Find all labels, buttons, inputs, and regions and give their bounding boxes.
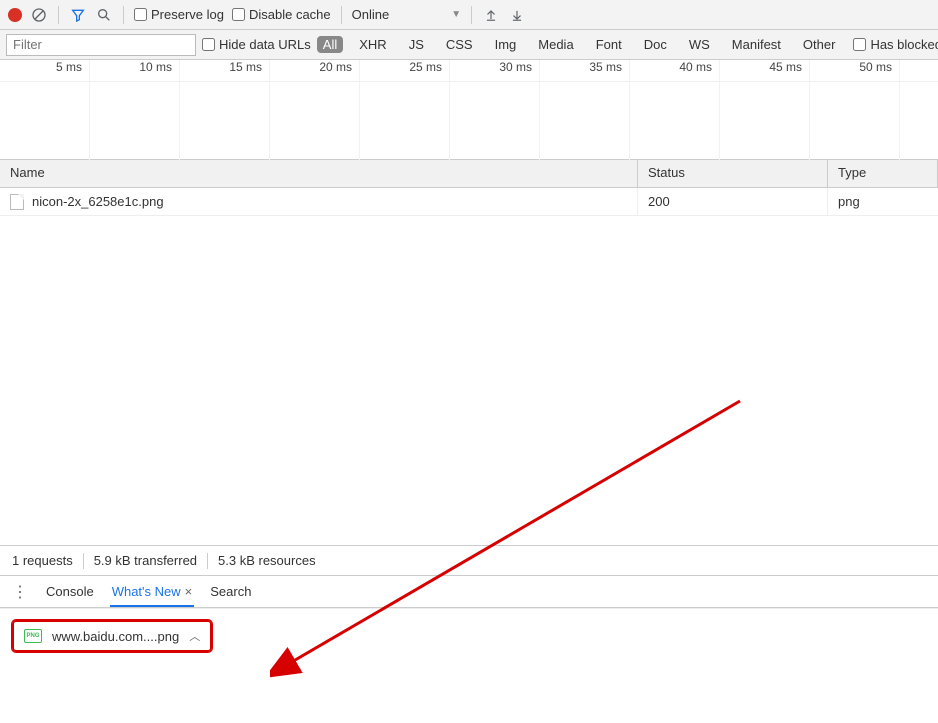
separator [58,6,59,24]
preserve-log-checkbox[interactable]: Preserve log [134,7,224,22]
separator [471,6,472,24]
timeline-tick: 50 ms [810,60,900,81]
png-file-icon: PNG [24,629,42,643]
filter-other[interactable]: Other [797,36,842,53]
filter-js[interactable]: JS [403,36,430,53]
filter-icon[interactable] [69,6,87,24]
throttling-dropdown[interactable]: Online ▼ [352,7,461,22]
tab-whats-new-label: What's New [112,584,181,599]
has-blocked-checkbox[interactable]: Has blocked [853,37,938,52]
column-type[interactable]: Type [828,160,938,187]
timeline-tick: 20 ms [270,60,360,81]
timeline-tick: 40 ms [630,60,720,81]
timeline-tick: 25 ms [360,60,450,81]
requests-table-header: Name Status Type [0,160,938,188]
status-requests: 1 requests [12,553,73,568]
column-name[interactable]: Name [0,160,638,187]
separator [83,553,84,569]
timeline-ticks: 5 ms 10 ms 15 ms 20 ms 25 ms 30 ms 35 ms… [0,60,938,82]
tab-whats-new[interactable]: What's New × [110,578,195,607]
filter-xhr[interactable]: XHR [353,36,392,53]
cell-type: png [828,188,938,215]
timeline-tick: 5 ms [0,60,90,81]
has-blocked-label: Has blocked [870,37,938,52]
column-status[interactable]: Status [638,160,828,187]
requests-table-body: nicon-2x_6258e1c.png 200 png [0,188,938,546]
filter-media[interactable]: Media [532,36,579,53]
status-bar: 1 requests 5.9 kB transferred 5.3 kB res… [0,546,938,576]
table-row[interactable]: nicon-2x_6258e1c.png 200 png [0,188,938,216]
download-filename: www.baidu.com....png [52,629,179,644]
close-icon[interactable]: × [185,584,193,599]
timeline-tick: 30 ms [450,60,540,81]
request-name: nicon-2x_6258e1c.png [32,194,164,209]
filter-bar: Hide data URLs All XHR JS CSS Img Media … [0,30,938,60]
file-icon [10,194,24,210]
upload-icon[interactable] [482,6,500,24]
drawer-tabs: ⋮ Console What's New × Search [0,576,938,608]
network-toolbar: Preserve log Disable cache Online ▼ [0,0,938,30]
download-shelf: PNG www.baidu.com....png ︿ [0,608,938,663]
timeline-tick: 35 ms [540,60,630,81]
status-transferred: 5.9 kB transferred [94,553,197,568]
record-button[interactable] [8,8,22,22]
cell-name: nicon-2x_6258e1c.png [0,188,638,215]
filter-manifest[interactable]: Manifest [726,36,787,53]
filter-doc[interactable]: Doc [638,36,673,53]
tab-console[interactable]: Console [44,578,96,605]
filter-all[interactable]: All [317,36,343,53]
kebab-menu-icon[interactable]: ⋮ [10,582,30,602]
separator [207,553,208,569]
filter-input[interactable] [6,34,196,56]
timeline-overview[interactable]: 5 ms 10 ms 15 ms 20 ms 25 ms 30 ms 35 ms… [0,60,938,160]
tab-search[interactable]: Search [208,578,253,605]
timeline-tick: 45 ms [720,60,810,81]
separator [123,6,124,24]
timeline-tick: 15 ms [180,60,270,81]
timeline-tick: 10 ms [90,60,180,81]
search-icon[interactable] [95,6,113,24]
filter-css[interactable]: CSS [440,36,479,53]
disable-cache-label: Disable cache [249,7,331,22]
type-filter-group: All XHR JS CSS Img Media Font Doc WS Man… [317,36,842,53]
hide-data-urls-label: Hide data URLs [219,37,311,52]
download-icon[interactable] [508,6,526,24]
download-chip[interactable]: PNG www.baidu.com....png ︿ [12,620,212,652]
cell-status: 200 [638,188,828,215]
disable-cache-checkbox[interactable]: Disable cache [232,7,331,22]
chevron-down-icon: ▼ [451,9,461,20]
status-resources: 5.3 kB resources [218,553,316,568]
separator [341,6,342,24]
preserve-log-label: Preserve log [151,7,224,22]
clear-icon[interactable] [30,6,48,24]
throttling-label: Online [352,7,390,22]
filter-font[interactable]: Font [590,36,628,53]
filter-img[interactable]: Img [489,36,523,53]
chevron-up-icon[interactable]: ︿ [189,628,200,644]
filter-ws[interactable]: WS [683,36,716,53]
hide-data-urls-checkbox[interactable]: Hide data URLs [202,37,311,52]
